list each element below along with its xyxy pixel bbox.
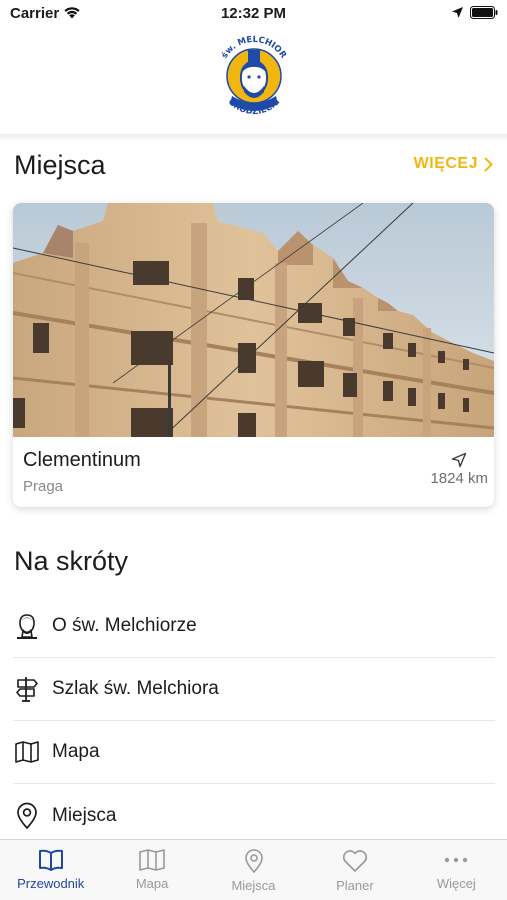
shortcut-trail[interactable]: Szlak św. Melchiora xyxy=(13,658,495,721)
shortcut-places[interactable]: Miejsca xyxy=(13,784,495,847)
more-link-label: WIĘCEJ xyxy=(413,155,478,172)
shortcut-label: Szlak św. Melchiora xyxy=(52,678,219,699)
place-card[interactable]: Clementinum Praga 1824 km xyxy=(13,203,494,507)
book-icon xyxy=(38,849,63,871)
location-arrow-icon xyxy=(452,7,463,18)
place-distance: 1824 km xyxy=(430,470,488,487)
tab-miejsca[interactable]: Miejsca xyxy=(203,840,304,900)
tab-bar: Przewodnik Mapa Miejsca Planer Więcej xyxy=(0,839,507,900)
chevron-right-icon xyxy=(484,157,493,171)
tab-label: Planer xyxy=(336,878,374,893)
signpost-icon xyxy=(13,675,41,703)
shortcut-about-melchior[interactable]: O św. Melchiorze xyxy=(13,595,495,658)
clock: 12:32 PM xyxy=(220,5,287,22)
tab-przewodnik[interactable]: Przewodnik xyxy=(0,840,101,900)
tab-label: Przewodnik xyxy=(17,876,85,891)
navigation-arrow-icon xyxy=(451,452,467,468)
places-section-title: Miejsca xyxy=(14,150,106,180)
battery-icon xyxy=(470,6,498,19)
map-icon xyxy=(139,849,165,871)
saint-portrait-icon xyxy=(13,612,41,640)
header-divider xyxy=(0,134,507,142)
saint-melchior-logo: św. MELCHIOR GRODZIECKI xyxy=(219,35,288,117)
heart-icon xyxy=(342,850,368,872)
location-pin-icon xyxy=(244,849,263,873)
place-photo xyxy=(13,203,494,437)
tab-mapa[interactable]: Mapa xyxy=(101,840,202,900)
status-bar: Carrier 12:32 PM xyxy=(0,0,507,26)
location-pin-icon xyxy=(13,802,41,830)
place-city: Praga xyxy=(23,478,64,495)
map-icon xyxy=(13,738,41,766)
tab-planer[interactable]: Planer xyxy=(304,840,405,900)
more-dots-icon xyxy=(445,857,468,863)
tab-label: Miejsca xyxy=(231,878,276,893)
tab-wiecej[interactable]: Więcej xyxy=(406,840,507,900)
tab-label: Mapa xyxy=(135,876,169,891)
shortcut-label: Miejsca xyxy=(52,804,117,826)
more-places-link[interactable]: WIĘCEJ xyxy=(414,155,493,173)
place-name: Clementinum xyxy=(23,449,141,471)
header: św. MELCHIOR GRODZIECKI xyxy=(0,26,507,134)
shortcut-label: O św. Melchiorze xyxy=(52,615,197,636)
shortcuts-section-title: Na skróty xyxy=(14,546,129,576)
tab-label: Więcej xyxy=(436,876,476,891)
shortcut-map[interactable]: Mapa xyxy=(13,721,495,784)
shortcut-label: Mapa xyxy=(52,741,100,762)
